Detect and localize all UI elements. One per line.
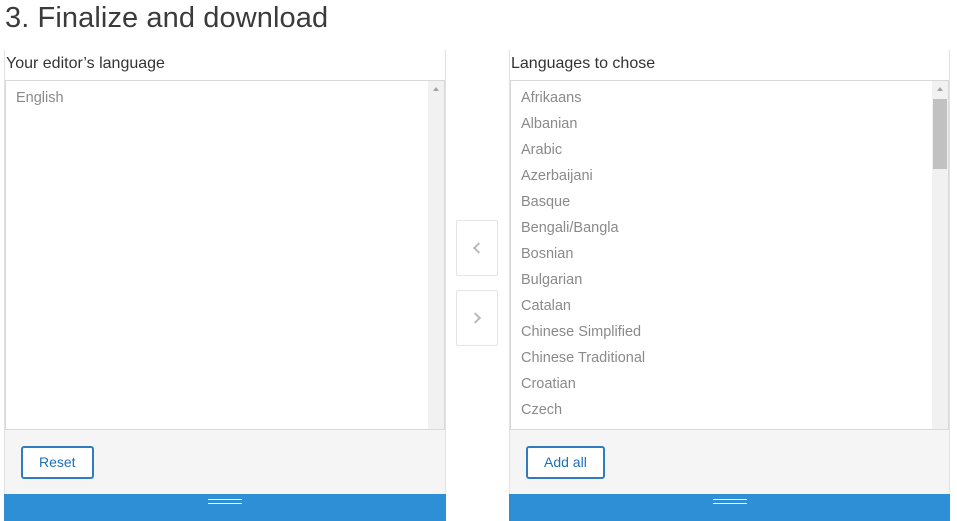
language-option[interactable]: Danish bbox=[511, 423, 948, 429]
editor-language-list[interactable]: English bbox=[5, 80, 445, 430]
grip-icon bbox=[208, 499, 242, 504]
editor-language-scrollbar[interactable] bbox=[428, 81, 444, 429]
reset-button[interactable]: Reset bbox=[21, 446, 94, 479]
scroll-up-icon[interactable] bbox=[937, 87, 943, 91]
available-languages-scrollbar[interactable] bbox=[932, 81, 948, 429]
language-option[interactable]: Croatian bbox=[511, 371, 948, 397]
available-languages-items: Afrikaans Albanian Arabic Azerbaijani Basque… bbox=[511, 81, 948, 429]
language-option[interactable]: Catalan bbox=[511, 293, 948, 319]
chevron-left-icon bbox=[472, 242, 485, 254]
page-title: 3. Finalize and download bbox=[5, 2, 329, 34]
language-option[interactable]: Albanian bbox=[511, 111, 948, 137]
language-option[interactable]: Basque bbox=[511, 189, 948, 215]
scrollbar-thumb[interactable] bbox=[933, 99, 947, 169]
language-option[interactable]: Bengali/Bangla bbox=[511, 215, 948, 241]
language-option[interactable]: Bosnian bbox=[511, 241, 948, 267]
move-right-button[interactable] bbox=[456, 290, 498, 346]
available-languages-footer: Add all bbox=[510, 430, 949, 494]
available-languages-list[interactable]: Afrikaans Albanian Arabic Azerbaijani Basque… bbox=[510, 80, 949, 430]
language-option[interactable]: Arabic bbox=[511, 137, 948, 163]
editor-language-panel: Your editor’s language English Reset bbox=[4, 50, 446, 521]
add-all-button[interactable]: Add all bbox=[526, 446, 605, 479]
grip-icon bbox=[712, 499, 747, 504]
editor-language-title: Your editor’s language bbox=[6, 55, 165, 72]
language-option[interactable]: Afrikaans bbox=[511, 85, 948, 111]
scroll-up-icon[interactable] bbox=[433, 87, 439, 91]
chevron-right-icon bbox=[469, 312, 482, 324]
language-option[interactable]: Chinese Traditional bbox=[511, 345, 948, 371]
language-option[interactable]: Bulgarian bbox=[511, 267, 948, 293]
available-languages-panel: Languages to chose Afrikaans Albanian Arab… bbox=[509, 50, 950, 521]
editor-language-footer: Reset bbox=[5, 430, 445, 494]
editor-language-items: English bbox=[6, 81, 444, 111]
language-option[interactable]: English bbox=[6, 85, 444, 111]
language-page: 3. Finalize and download Your editor’s l… bbox=[0, 0, 957, 521]
editor-language-resize-handle[interactable] bbox=[4, 494, 446, 521]
language-option[interactable]: Azerbaijani bbox=[511, 163, 948, 189]
language-option[interactable]: Chinese Simplified bbox=[511, 319, 948, 345]
move-left-button[interactable] bbox=[456, 220, 498, 276]
available-languages-title: Languages to chose bbox=[511, 55, 656, 72]
language-option[interactable]: Czech bbox=[511, 397, 948, 423]
available-languages-resize-handle[interactable] bbox=[509, 494, 950, 521]
